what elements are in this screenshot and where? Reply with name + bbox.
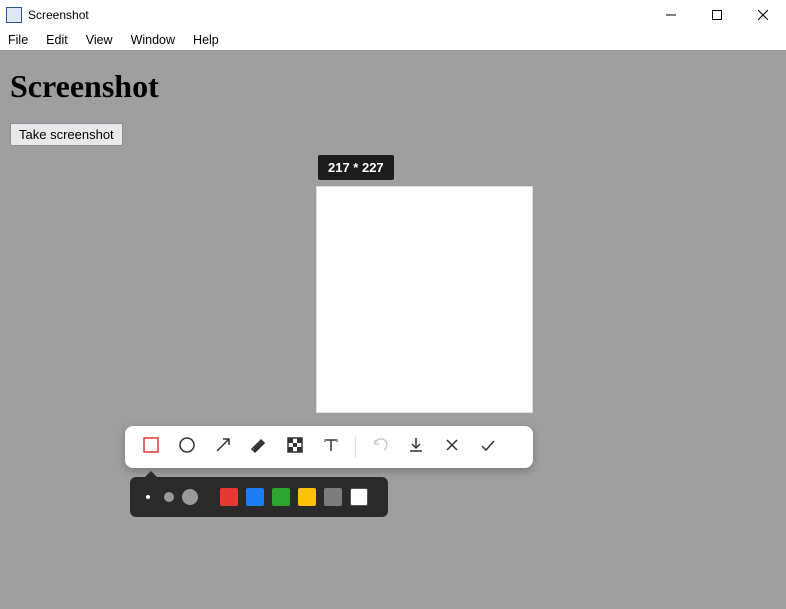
menu-help[interactable]: Help [184, 33, 228, 47]
maximize-button[interactable] [694, 0, 740, 30]
tool-text[interactable] [313, 429, 349, 465]
close-button[interactable] [740, 0, 786, 30]
selection-area[interactable] [316, 186, 533, 413]
arrow-icon [214, 436, 232, 459]
tool-cancel[interactable] [434, 429, 470, 465]
page-heading: Screenshot [10, 68, 786, 105]
style-toolbar [130, 477, 388, 517]
color-swatch-yellow[interactable] [298, 488, 316, 506]
menu-edit[interactable]: Edit [37, 33, 77, 47]
tool-ellipse[interactable] [169, 429, 205, 465]
mosaic-icon [286, 436, 304, 459]
content: Screenshot Take screenshot 217 * 227 [0, 68, 786, 609]
toolbar-divider [355, 436, 356, 458]
menu-file[interactable]: File [0, 33, 37, 47]
color-swatch-blue[interactable] [246, 488, 264, 506]
color-swatch-white[interactable] [350, 488, 368, 506]
color-swatch-gray[interactable] [324, 488, 342, 506]
tool-mosaic[interactable] [277, 429, 313, 465]
take-screenshot-button[interactable]: Take screenshot [10, 123, 123, 146]
pencil-icon [250, 436, 268, 459]
menu-window[interactable]: Window [122, 33, 184, 47]
annotation-toolbar [125, 426, 533, 468]
menubar: File Edit View Window Help [0, 30, 786, 50]
close-icon [443, 436, 461, 459]
menu-view[interactable]: View [77, 33, 122, 47]
minimize-button[interactable] [648, 0, 694, 30]
ellipse-icon [178, 436, 196, 459]
stroke-size-medium[interactable] [164, 492, 174, 502]
text-icon [322, 436, 340, 459]
tool-arrow[interactable] [205, 429, 241, 465]
check-icon [479, 436, 497, 459]
undo-icon [371, 436, 389, 459]
stroke-size-small[interactable] [146, 495, 150, 499]
tool-download[interactable] [398, 429, 434, 465]
color-swatch-red[interactable] [220, 488, 238, 506]
dimension-badge: 217 * 227 [318, 155, 394, 180]
stroke-size-large[interactable] [182, 489, 198, 505]
window-title: Screenshot [28, 8, 89, 22]
color-swatch-green[interactable] [272, 488, 290, 506]
tool-pencil[interactable] [241, 429, 277, 465]
app-icon [6, 7, 22, 23]
tool-undo[interactable] [362, 429, 398, 465]
titlebar: Screenshot [0, 0, 786, 30]
window-controls [648, 0, 786, 30]
download-icon [407, 436, 425, 459]
tool-confirm[interactable] [470, 429, 506, 465]
rectangle-icon [142, 436, 160, 459]
tool-rectangle[interactable] [133, 429, 169, 465]
